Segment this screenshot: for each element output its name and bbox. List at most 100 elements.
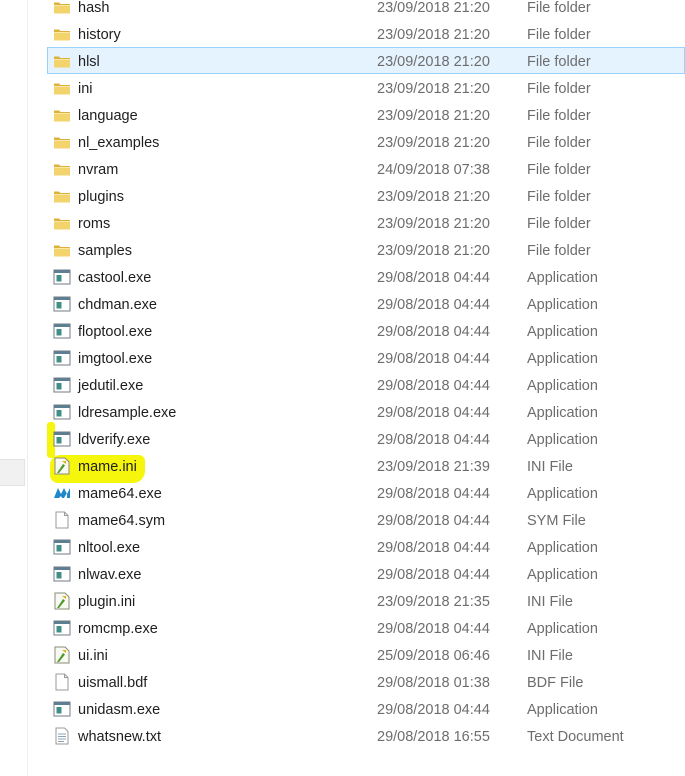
file-date-modified: 29/08/2018 04:44: [377, 351, 490, 367]
file-date-modified: 23/09/2018 21:35: [377, 594, 490, 610]
ini-file-icon: [53, 646, 71, 664]
file-row[interactable]: nlwav.exe 29/08/2018 04:44 Application: [47, 560, 685, 587]
file-row[interactable]: ldresample.exe 29/08/2018 04:44 Applicatio…: [47, 398, 685, 425]
application-icon: [53, 268, 71, 286]
file-date-modified: 23/09/2018 21:20: [377, 216, 490, 232]
file-name: nlwav.exe: [78, 567, 142, 583]
file-name: mame.ini: [78, 459, 137, 475]
file-name: mame64.sym: [78, 513, 166, 529]
folder-icon: [53, 187, 71, 205]
file-row[interactable]: plugins 23/09/2018 21:20 File folder: [47, 182, 685, 209]
application-icon: [53, 700, 71, 718]
folder-icon: [53, 241, 71, 259]
application-icon: [53, 376, 71, 394]
file-type: File folder: [527, 162, 591, 178]
file-type: Application: [527, 702, 598, 718]
file-name: ui.ini: [78, 648, 108, 664]
file-type: File folder: [527, 0, 591, 16]
file-name: ini: [78, 81, 93, 97]
file-type: File folder: [527, 81, 591, 97]
folder-icon: [53, 133, 71, 151]
folder-icon: [53, 214, 71, 232]
file-name: floptool.exe: [78, 324, 153, 340]
application-icon: [53, 619, 71, 637]
file-name: samples: [78, 243, 132, 259]
file-row[interactable]: jedutil.exe 29/08/2018 04:44 Application: [47, 371, 685, 398]
file-name: ldresample.exe: [78, 405, 177, 421]
file-type: File folder: [527, 54, 591, 70]
folder-icon: [53, 106, 71, 124]
file-type: INI File: [527, 594, 573, 610]
file-row[interactable]: roms 23/09/2018 21:20 File folder: [47, 209, 685, 236]
blank-file-icon: [53, 673, 71, 691]
file-row[interactable]: ui.ini 25/09/2018 06:46 INI File: [47, 641, 685, 668]
mame-logo-icon: [53, 484, 71, 502]
file-row[interactable]: castool.exe 29/08/2018 04:44 Application: [47, 263, 685, 290]
file-date-modified: 25/09/2018 06:46: [377, 648, 490, 664]
file-date-modified: 24/09/2018 07:38: [377, 162, 490, 178]
file-row[interactable]: ldverify.exe 29/08/2018 04:44 Application: [47, 425, 685, 452]
file-row[interactable]: imgtool.exe 29/08/2018 04:44 Application: [47, 344, 685, 371]
file-type: File folder: [527, 135, 591, 151]
file-date-modified: 23/09/2018 21:20: [377, 108, 490, 124]
file-row[interactable]: mame64.exe 29/08/2018 04:44 Application: [47, 479, 685, 506]
file-row[interactable]: nl_examples 23/09/2018 21:20 File folder: [47, 128, 685, 155]
file-type: File folder: [527, 189, 591, 205]
file-name: nltool.exe: [78, 540, 141, 556]
file-explorer: hash 23/09/2018 21:20 File folder history 23…: [0, 0, 685, 776]
file-list: hash 23/09/2018 21:20 File folder history 23…: [47, 0, 685, 749]
file-type: SYM File: [527, 513, 586, 529]
file-row[interactable]: romcmp.exe 29/08/2018 04:44 Application: [47, 614, 685, 641]
file-row[interactable]: plugin.ini 23/09/2018 21:35 INI File: [47, 587, 685, 614]
file-date-modified: 29/08/2018 04:44: [377, 270, 490, 286]
folder-icon: [53, 0, 71, 16]
file-date-modified: 23/09/2018 21:20: [377, 0, 490, 16]
file-row[interactable]: floptool.exe 29/08/2018 04:44 Application: [47, 317, 685, 344]
file-date-modified: 29/08/2018 04:44: [377, 324, 490, 340]
file-type: Application: [527, 270, 598, 286]
file-row[interactable]: mame64.sym 29/08/2018 04:44 SYM File: [47, 506, 685, 533]
navigation-pane-item[interactable]: [0, 459, 25, 486]
text-file-icon: [53, 727, 71, 745]
navigation-pane[interactable]: [0, 0, 28, 776]
file-name: plugins: [78, 189, 124, 205]
application-icon: [53, 430, 71, 448]
file-row[interactable]: mame.ini 23/09/2018 21:39 INI File: [47, 452, 685, 479]
file-row[interactable]: hash 23/09/2018 21:20 File folder: [47, 0, 685, 20]
pane-divider[interactable]: [27, 0, 28, 776]
file-row[interactable]: ini 23/09/2018 21:20 File folder: [47, 74, 685, 101]
file-row[interactable]: language 23/09/2018 21:20 File folder: [47, 101, 685, 128]
ini-file-icon: [53, 592, 71, 610]
ini-file-icon: [53, 457, 71, 475]
file-row[interactable]: hlsl 23/09/2018 21:20 File folder: [47, 47, 685, 74]
file-date-modified: 29/08/2018 04:44: [377, 405, 490, 421]
file-name: castool.exe: [78, 270, 152, 286]
file-date-modified: 29/08/2018 01:38: [377, 675, 490, 691]
application-icon: [53, 403, 71, 421]
file-row[interactable]: whatsnew.txt 29/08/2018 16:55 Text Documen…: [47, 722, 685, 749]
file-type: File folder: [527, 216, 591, 232]
file-type: Application: [527, 378, 598, 394]
file-type: Application: [527, 405, 598, 421]
file-type: File folder: [527, 243, 591, 259]
file-row[interactable]: unidasm.exe 29/08/2018 04:44 Application: [47, 695, 685, 722]
folder-icon: [53, 25, 71, 43]
file-date-modified: 29/08/2018 04:44: [377, 486, 490, 502]
file-row[interactable]: nvram 24/09/2018 07:38 File folder: [47, 155, 685, 182]
file-date-modified: 29/08/2018 04:44: [377, 432, 490, 448]
file-type: File folder: [527, 27, 591, 43]
file-row[interactable]: samples 23/09/2018 21:20 File folder: [47, 236, 685, 263]
file-name: history: [78, 27, 121, 43]
file-type: Application: [527, 540, 598, 556]
file-type: Application: [527, 486, 598, 502]
file-type: Text Document: [527, 729, 624, 745]
file-row[interactable]: chdman.exe 29/08/2018 04:44 Application: [47, 290, 685, 317]
file-name: hlsl: [78, 54, 100, 70]
file-date-modified: 29/08/2018 04:44: [377, 567, 490, 583]
file-row[interactable]: uismall.bdf 29/08/2018 01:38 BDF File: [47, 668, 685, 695]
file-row[interactable]: history 23/09/2018 21:20 File folder: [47, 20, 685, 47]
file-row[interactable]: nltool.exe 29/08/2018 04:44 Application: [47, 533, 685, 560]
file-name: unidasm.exe: [78, 702, 161, 718]
application-icon: [53, 538, 71, 556]
file-name: jedutil.exe: [78, 378, 144, 394]
